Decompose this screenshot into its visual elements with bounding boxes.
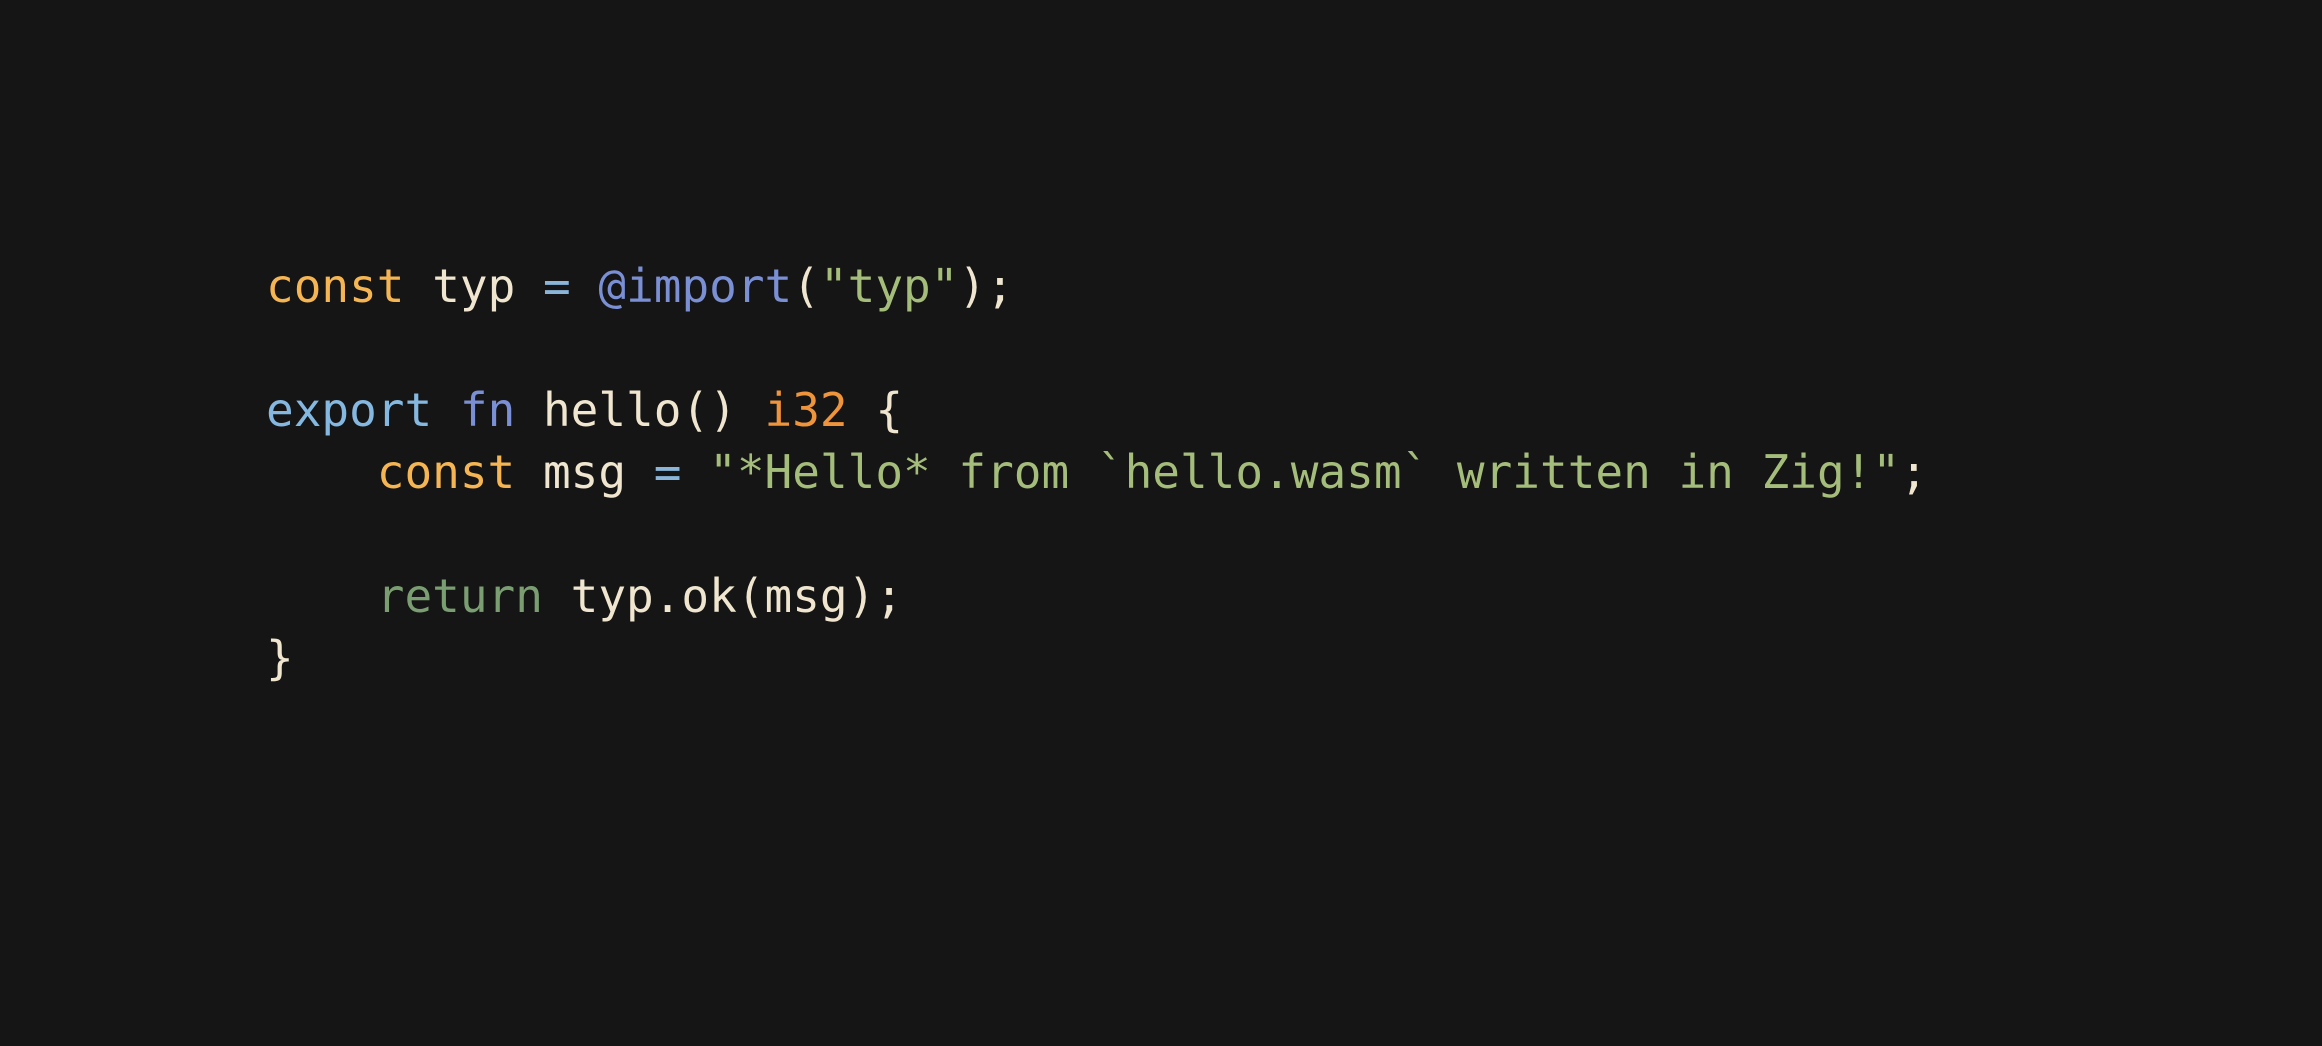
code-token-keyword_fn: fn [459, 383, 516, 437]
code-token-punctuation: ); [958, 259, 1014, 313]
code-token-whitespace [515, 445, 543, 499]
code-token-whitespace [404, 259, 432, 313]
code-token-whitespace [848, 383, 876, 437]
code-token-punctuation: () [681, 383, 737, 437]
code-token-identifier: msg [542, 445, 627, 499]
code-token-builtin_import: @import [598, 259, 793, 313]
code-token-string: "*Hello* from `hello.wasm` written in Zi… [709, 445, 1901, 499]
code-token-punctuation: } [266, 631, 294, 685]
code-viewport: const typ = @import("typ"); export fn he… [0, 0, 2322, 1046]
code-token-identifier: hello [542, 383, 682, 437]
code-line: const msg = "*Hello* from `hello.wasm` w… [266, 441, 1928, 503]
code-token-keyword_export: export [266, 383, 433, 437]
code-token-punctuation: ; [1900, 445, 1928, 499]
code-line: const typ = @import("typ"); [266, 255, 1928, 317]
code-token-whitespace [681, 445, 709, 499]
code-token-whitespace [571, 259, 599, 313]
code-line: return typ.ok(msg); [266, 565, 1928, 627]
code-token-whitespace [737, 383, 765, 437]
code-token-operator: = [653, 445, 682, 499]
code-token-string: "typ" [819, 259, 959, 313]
code-token-keyword_const: const [266, 259, 405, 313]
code-token-identifier: typ.ok(msg); [570, 569, 903, 623]
code-token-operator: = [542, 259, 571, 313]
code-token-punctuation: ( [792, 259, 820, 313]
code-token-punctuation: { [875, 383, 904, 437]
code-token-whitespace [543, 569, 571, 623]
code-token-keyword_const: const [376, 445, 516, 499]
code-token-whitespace [432, 383, 460, 437]
code-token-keyword_return: return [376, 569, 543, 623]
code-line: } [266, 627, 1928, 689]
code-token-whitespace [626, 445, 654, 499]
code-token-identifier: typ [432, 259, 516, 313]
code-token-whitespace [515, 383, 543, 437]
code-token-whitespace [515, 259, 543, 313]
code-block[interactable]: const typ = @import("typ"); export fn he… [266, 255, 1928, 689]
code-token-type_i32: i32 [764, 383, 848, 437]
code-line: export fn hello() i32 { [266, 379, 1928, 441]
